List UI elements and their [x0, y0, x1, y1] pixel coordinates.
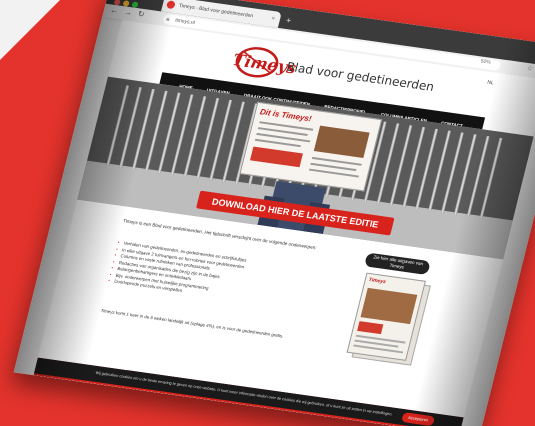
language-switch[interactable]: NL [487, 80, 495, 87]
paper-headline: Dit is Timeys! [258, 107, 313, 124]
website-page: Timeys Blad voor gedetineerden NL HOME U… [33, 20, 535, 426]
lock-icon: 🔒︎ [165, 16, 171, 23]
reload-icon[interactable]: ↻ [137, 9, 146, 19]
cover-title: Timeys [368, 277, 387, 286]
accept-cookies-button[interactable]: Accepteren [401, 412, 436, 426]
cover-highlight [357, 321, 384, 335]
url-text: timeys.nl [174, 17, 196, 27]
monitor-screen: Timeys - Blad voor gedetineerden × + ← →… [13, 0, 535, 426]
site-tagline: Blad voor gedetineerden [285, 59, 436, 94]
photo-scene: Timeys - Blad voor gedetineerden × + ← →… [0, 0, 535, 426]
paper-highlight [250, 146, 303, 168]
all-editions-button[interactable]: Zie hier alle uitgaven van Timeys [364, 252, 431, 276]
paper-photo [313, 125, 370, 159]
topic-list: Verhalen van gedetineerden, ex-gedetinee… [107, 240, 326, 314]
forward-arrow-icon[interactable]: → [123, 7, 133, 17]
new-tab-button[interactable]: + [285, 15, 293, 25]
extension-icons[interactable]: ☆ ⊕ ☰ [526, 64, 535, 77]
favicon-icon [165, 0, 176, 10]
close-tab-icon[interactable]: × [269, 11, 276, 27]
zoom-level: 50% [479, 58, 492, 66]
cover-photo [360, 287, 418, 325]
back-arrow-icon[interactable]: ← [109, 5, 119, 15]
outro-text: Timeys komt 1 keer in de 6 weken landeli… [100, 308, 284, 339]
prison-bar [106, 85, 130, 166]
